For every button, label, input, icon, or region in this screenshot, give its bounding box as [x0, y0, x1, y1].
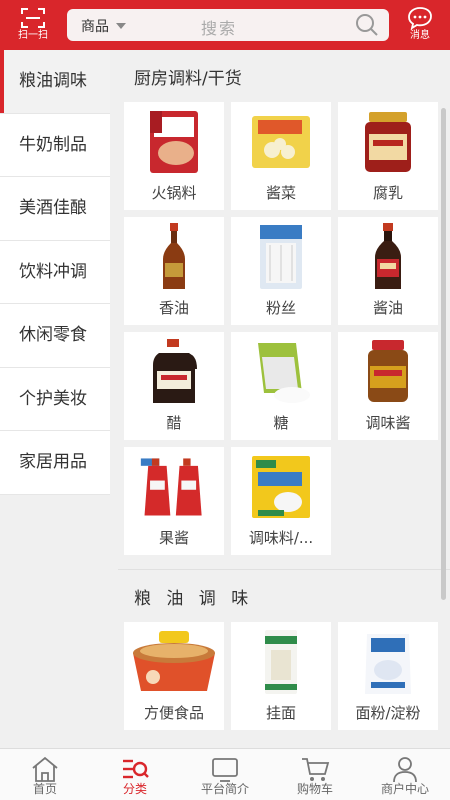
sidebar-item-household[interactable]: 家居用品: [0, 431, 110, 495]
item-name: 方便食品: [143, 704, 204, 722]
merchant-center-icon: [393, 757, 417, 783]
seasoning-pack-icon: [246, 453, 316, 521]
grid-item[interactable]: 酱菜: [231, 102, 331, 210]
scan-icon: [21, 8, 45, 28]
tab-merchant-center[interactable]: 商户中心: [360, 749, 450, 800]
sidebar-item-grain-oil[interactable]: 粮油调味: [0, 50, 110, 114]
item-name: 果酱: [158, 529, 189, 547]
grid-item[interactable]: 调味酱: [338, 332, 438, 440]
item-name: 火锅料: [151, 184, 197, 202]
grid-item[interactable]: 香油: [124, 217, 224, 325]
sidebar-item-dairy[interactable]: 牛奶制品: [0, 113, 110, 177]
item-name: 酱菜: [265, 184, 296, 202]
message-label: 消息: [410, 30, 430, 41]
tab-label: 平台简介: [200, 782, 249, 796]
grid-item[interactable]: 果酱: [124, 447, 224, 555]
app-root: 扫一扫 商品 搜索 消息 粮油调味 牛奶制品 美酒佳酿 饮料冲调 休闲零食 个护…: [0, 0, 450, 800]
item-name: 挂面: [265, 704, 296, 722]
vinegar-jug-icon: [139, 338, 209, 406]
category-sidebar: 粮油调味 牛奶制品 美酒佳酿 饮料冲调 休闲零食 个护美妆 家居用品: [0, 50, 110, 498]
item-name: 腐乳: [372, 184, 403, 202]
platform-intro-icon: [212, 758, 238, 782]
grid-item[interactable]: 酱油: [338, 217, 438, 325]
search-icon[interactable]: [355, 13, 379, 37]
grid-item[interactable]: 挂面: [231, 622, 331, 730]
sesame-oil-bottle-icon: [139, 223, 209, 291]
product-grid: 方便食品 挂面 面粉/淀粉: [124, 622, 450, 730]
sidebar-item-beauty[interactable]: 个护美妆: [0, 367, 110, 431]
instant-noodle-icon: [129, 628, 219, 696]
grid-item[interactable]: 腐乳: [338, 102, 438, 210]
grid-item[interactable]: 醋: [124, 332, 224, 440]
fermented-tofu-jar-icon: [353, 108, 423, 176]
scrollbar[interactable]: [441, 108, 446, 600]
home-icon: [32, 756, 58, 782]
tab-home[interactable]: 首页: [0, 749, 90, 800]
item-name: 醋: [166, 414, 182, 432]
sidebar-item-wine[interactable]: 美酒佳酿: [0, 177, 110, 241]
search-category-select[interactable]: 商品: [81, 16, 109, 36]
category-icon: [123, 759, 149, 779]
message-icon: [408, 7, 432, 30]
item-name: 粉丝: [265, 299, 296, 317]
tab-category[interactable]: 分类: [90, 749, 180, 800]
grid-item[interactable]: 调味料/...: [231, 447, 331, 555]
item-name: 香油: [158, 299, 189, 317]
vermicelli-package-icon: [246, 223, 316, 291]
bottom-nav: 首页 分类 平台简介 购物车 商户中心: [0, 748, 450, 800]
top-header: 扫一扫 商品 搜索 消息: [0, 0, 450, 50]
flour-bag-icon: [353, 628, 423, 696]
section-title: 粮 油 调 味: [134, 589, 254, 609]
cart-icon: [302, 758, 330, 781]
grid-item[interactable]: 面粉/淀粉: [338, 622, 438, 730]
sidebar-item-beverages[interactable]: 饮料冲调: [0, 240, 110, 304]
item-name: 糖: [273, 414, 289, 432]
message-button[interactable]: 消息: [400, 4, 440, 46]
item-name: 酱油: [372, 299, 403, 317]
pickles-package-icon: [246, 108, 316, 176]
chevron-down-icon[interactable]: [116, 23, 126, 29]
sugar-bag-icon: [246, 338, 316, 406]
soy-sauce-bottle-icon: [353, 223, 423, 291]
scan-label: 扫一扫: [18, 30, 48, 41]
tab-cart[interactable]: 购物车: [270, 749, 360, 800]
ketchup-pouch-icon: [139, 453, 209, 521]
tab-label: 商户中心: [380, 782, 429, 796]
grid-item[interactable]: 粉丝: [231, 217, 331, 325]
product-grid: 火锅料 酱菜 腐乳 香油 粉丝 酱油 醋 糖 调味酱 果酱 调味料/...: [124, 102, 450, 555]
hotpot-package-icon: [139, 108, 209, 176]
search-input[interactable]: 搜索: [201, 15, 237, 39]
search-bar[interactable]: 商品 搜索: [67, 9, 389, 41]
category-content: 厨房调料/干货 火锅料 酱菜 腐乳 香油 粉丝 酱油 醋 糖 调味酱 果酱 调味…: [118, 50, 450, 748]
item-name: 调味料/...: [248, 529, 314, 547]
tab-label: 分类: [122, 782, 147, 796]
tab-label: 首页: [32, 782, 57, 796]
section-title: 厨房调料/干货: [134, 69, 242, 89]
scan-button[interactable]: 扫一扫: [10, 4, 56, 46]
grid-item[interactable]: 方便食品: [124, 622, 224, 730]
tab-platform-intro[interactable]: 平台简介: [180, 749, 270, 800]
grid-item[interactable]: 火锅料: [124, 102, 224, 210]
item-name: 调味酱: [365, 414, 411, 432]
grid-item[interactable]: 糖: [231, 332, 331, 440]
sidebar-item-snacks[interactable]: 休闲零食: [0, 304, 110, 368]
item-name: 面粉/淀粉: [355, 704, 421, 722]
seasoning-sauce-jar-icon: [353, 338, 423, 406]
tab-label: 购物车: [296, 782, 333, 796]
dried-noodle-package-icon: [246, 628, 316, 696]
